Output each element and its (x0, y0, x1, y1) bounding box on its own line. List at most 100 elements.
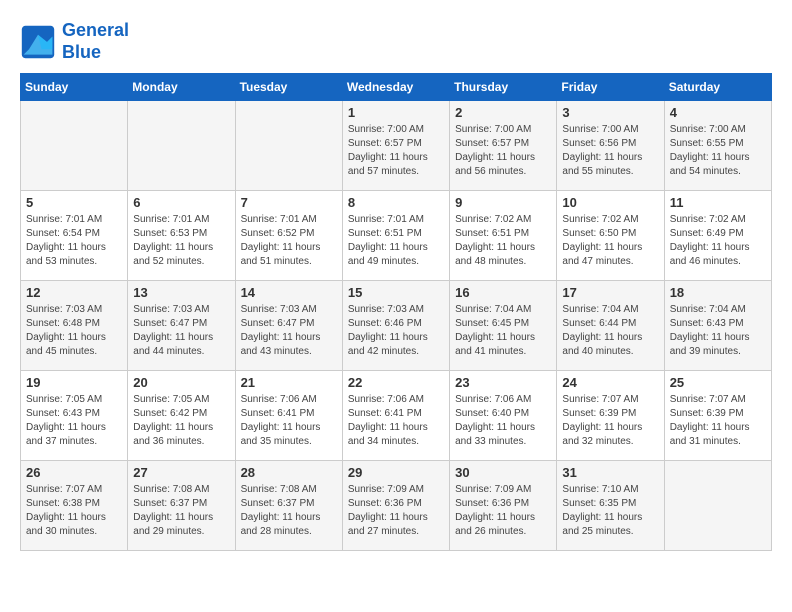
day-info: Sunrise: 7:06 AM Sunset: 6:41 PM Dayligh… (348, 393, 444, 449)
day-number: 26 (26, 465, 122, 480)
calendar-cell (235, 101, 342, 191)
calendar-cell: 17 Sunrise: 7:04 AM Sunset: 6:44 PM Dayli… (557, 281, 664, 371)
calendar-cell: 10 Sunrise: 7:02 AM Sunset: 6:50 PM Dayli… (557, 191, 664, 281)
calendar-week-3: 12 Sunrise: 7:03 AM Sunset: 6:48 PM Dayli… (21, 281, 772, 371)
calendar-cell: 11 Sunrise: 7:02 AM Sunset: 6:49 PM Dayli… (664, 191, 771, 281)
calendar-cell: 1 Sunrise: 7:00 AM Sunset: 6:57 PM Daylig… (342, 101, 449, 191)
weekday-sunday: Sunday (21, 74, 128, 101)
calendar-cell: 21 Sunrise: 7:06 AM Sunset: 6:41 PM Dayli… (235, 371, 342, 461)
day-info: Sunrise: 7:01 AM Sunset: 6:52 PM Dayligh… (241, 213, 337, 269)
weekday-wednesday: Wednesday (342, 74, 449, 101)
day-number: 4 (670, 105, 766, 120)
calendar-cell: 20Sunrise: 7:05 AM Sunset: 6:42 PM Dayli… (128, 371, 235, 461)
calendar-cell: 23 Sunrise: 7:06 AM Sunset: 6:40 PM Dayli… (450, 371, 557, 461)
day-info: Sunrise: 7:06 AM Sunset: 6:41 PM Dayligh… (241, 393, 337, 449)
day-info: Sunrise: 7:02 AM Sunset: 6:51 PM Dayligh… (455, 213, 551, 269)
calendar-cell: 29 Sunrise: 7:09 AM Sunset: 6:36 PM Dayli… (342, 461, 449, 551)
day-number: 25 (670, 375, 766, 390)
logo: General Blue (20, 20, 129, 63)
weekday-monday: Monday (128, 74, 235, 101)
weekday-friday: Friday (557, 74, 664, 101)
calendar-cell: 31Sunrise: 7:10 AM Sunset: 6:35 PM Dayli… (557, 461, 664, 551)
day-number: 12 (26, 285, 122, 300)
calendar-body: 1 Sunrise: 7:00 AM Sunset: 6:57 PM Daylig… (21, 101, 772, 551)
day-number: 29 (348, 465, 444, 480)
weekday-thursday: Thursday (450, 74, 557, 101)
calendar-week-5: 26 Sunrise: 7:07 AM Sunset: 6:38 PM Dayli… (21, 461, 772, 551)
day-info: Sunrise: 7:04 AM Sunset: 6:45 PM Dayligh… (455, 303, 551, 359)
weekday-header-row: SundayMondayTuesdayWednesdayThursdayFrid… (21, 74, 772, 101)
day-info: Sunrise: 7:05 AM Sunset: 6:42 PM Dayligh… (133, 393, 229, 449)
calendar-cell: 30 Sunrise: 7:09 AM Sunset: 6:36 PM Dayli… (450, 461, 557, 551)
day-info: Sunrise: 7:03 AM Sunset: 6:48 PM Dayligh… (26, 303, 122, 359)
calendar-cell: 24 Sunrise: 7:07 AM Sunset: 6:39 PM Dayli… (557, 371, 664, 461)
day-number: 11 (670, 195, 766, 210)
calendar-cell: 12 Sunrise: 7:03 AM Sunset: 6:48 PM Dayli… (21, 281, 128, 371)
day-number: 14 (241, 285, 337, 300)
calendar-cell: 4 Sunrise: 7:00 AM Sunset: 6:55 PM Daylig… (664, 101, 771, 191)
day-number: 27 (133, 465, 229, 480)
day-number: 19 (26, 375, 122, 390)
day-info: Sunrise: 7:06 AM Sunset: 6:40 PM Dayligh… (455, 393, 551, 449)
day-info: Sunrise: 7:00 AM Sunset: 6:56 PM Dayligh… (562, 123, 658, 179)
day-info: Sunrise: 7:08 AM Sunset: 6:37 PM Dayligh… (241, 483, 337, 539)
calendar-cell: 22 Sunrise: 7:06 AM Sunset: 6:41 PM Dayli… (342, 371, 449, 461)
calendar-week-1: 1 Sunrise: 7:00 AM Sunset: 6:57 PM Daylig… (21, 101, 772, 191)
day-number: 16 (455, 285, 551, 300)
calendar-cell: 8Sunrise: 7:01 AM Sunset: 6:51 PM Daylig… (342, 191, 449, 281)
day-info: Sunrise: 7:00 AM Sunset: 6:57 PM Dayligh… (455, 123, 551, 179)
day-number: 15 (348, 285, 444, 300)
day-number: 8 (348, 195, 444, 210)
day-info: Sunrise: 7:07 AM Sunset: 6:39 PM Dayligh… (670, 393, 766, 449)
day-number: 1 (348, 105, 444, 120)
day-number: 31 (562, 465, 658, 480)
calendar-cell: 18Sunrise: 7:04 AM Sunset: 6:43 PM Dayli… (664, 281, 771, 371)
weekday-tuesday: Tuesday (235, 74, 342, 101)
day-info: Sunrise: 7:09 AM Sunset: 6:36 PM Dayligh… (348, 483, 444, 539)
calendar-cell: 7Sunrise: 7:01 AM Sunset: 6:52 PM Daylig… (235, 191, 342, 281)
calendar-cell: 6 Sunrise: 7:01 AM Sunset: 6:53 PM Daylig… (128, 191, 235, 281)
day-info: Sunrise: 7:02 AM Sunset: 6:50 PM Dayligh… (562, 213, 658, 269)
calendar-cell: 5 Sunrise: 7:01 AM Sunset: 6:54 PM Daylig… (21, 191, 128, 281)
day-info: Sunrise: 7:02 AM Sunset: 6:49 PM Dayligh… (670, 213, 766, 269)
calendar-cell: 27 Sunrise: 7:08 AM Sunset: 6:37 PM Dayli… (128, 461, 235, 551)
calendar-cell: 3 Sunrise: 7:00 AM Sunset: 6:56 PM Daylig… (557, 101, 664, 191)
day-info: Sunrise: 7:03 AM Sunset: 6:47 PM Dayligh… (133, 303, 229, 359)
day-number: 2 (455, 105, 551, 120)
day-info: Sunrise: 7:03 AM Sunset: 6:47 PM Dayligh… (241, 303, 337, 359)
day-info: Sunrise: 7:05 AM Sunset: 6:43 PM Dayligh… (26, 393, 122, 449)
day-info: Sunrise: 7:04 AM Sunset: 6:44 PM Dayligh… (562, 303, 658, 359)
calendar-cell (128, 101, 235, 191)
day-number: 30 (455, 465, 551, 480)
day-number: 10 (562, 195, 658, 210)
day-info: Sunrise: 7:09 AM Sunset: 6:36 PM Dayligh… (455, 483, 551, 539)
day-number: 18 (670, 285, 766, 300)
day-number: 24 (562, 375, 658, 390)
calendar-cell: 14 Sunrise: 7:03 AM Sunset: 6:47 PM Dayli… (235, 281, 342, 371)
day-info: Sunrise: 7:00 AM Sunset: 6:55 PM Dayligh… (670, 123, 766, 179)
day-info: Sunrise: 7:01 AM Sunset: 6:53 PM Dayligh… (133, 213, 229, 269)
calendar-table: SundayMondayTuesdayWednesdayThursdayFrid… (20, 73, 772, 551)
day-info: Sunrise: 7:00 AM Sunset: 6:57 PM Dayligh… (348, 123, 444, 179)
day-info: Sunrise: 7:08 AM Sunset: 6:37 PM Dayligh… (133, 483, 229, 539)
day-number: 28 (241, 465, 337, 480)
calendar-cell: 25 Sunrise: 7:07 AM Sunset: 6:39 PM Dayli… (664, 371, 771, 461)
logo-text: General Blue (62, 20, 129, 63)
day-number: 3 (562, 105, 658, 120)
calendar-cell: 2 Sunrise: 7:00 AM Sunset: 6:57 PM Daylig… (450, 101, 557, 191)
day-info: Sunrise: 7:01 AM Sunset: 6:54 PM Dayligh… (26, 213, 122, 269)
day-number: 21 (241, 375, 337, 390)
day-number: 9 (455, 195, 551, 210)
day-number: 5 (26, 195, 122, 210)
day-info: Sunrise: 7:03 AM Sunset: 6:46 PM Dayligh… (348, 303, 444, 359)
day-info: Sunrise: 7:07 AM Sunset: 6:38 PM Dayligh… (26, 483, 122, 539)
day-number: 23 (455, 375, 551, 390)
calendar-cell: 16 Sunrise: 7:04 AM Sunset: 6:45 PM Dayli… (450, 281, 557, 371)
day-number: 6 (133, 195, 229, 210)
calendar-cell: 15 Sunrise: 7:03 AM Sunset: 6:46 PM Dayli… (342, 281, 449, 371)
day-number: 17 (562, 285, 658, 300)
calendar-cell (21, 101, 128, 191)
day-info: Sunrise: 7:07 AM Sunset: 6:39 PM Dayligh… (562, 393, 658, 449)
calendar-week-2: 5 Sunrise: 7:01 AM Sunset: 6:54 PM Daylig… (21, 191, 772, 281)
day-number: 22 (348, 375, 444, 390)
